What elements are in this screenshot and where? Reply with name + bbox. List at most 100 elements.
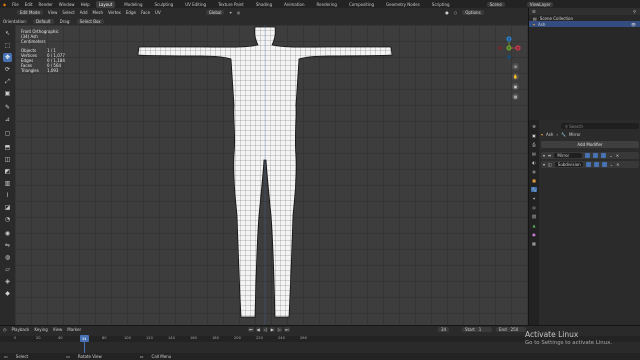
menu-timeline-view[interactable]: View [53,327,63,332]
grid-icon[interactable]: ▦ [512,93,519,100]
close-icon[interactable]: ✕ [616,153,619,158]
shading-solid-icon[interactable]: ● [445,10,449,15]
annotate-tool-icon[interactable]: ✎ [3,103,12,112]
viewport-toggle-icon[interactable] [593,162,599,167]
dropdown-icon[interactable]: ⌄ [610,162,613,167]
chevron-down-icon[interactable]: ▾ [543,153,545,158]
inset-tool-icon[interactable]: ◫ [3,155,12,164]
menu-keying[interactable]: Keying [34,327,47,332]
loop-cut-tool-icon[interactable]: ▥ [3,179,12,188]
zoom-icon[interactable]: ⊕ [512,63,519,70]
start-frame-field[interactable]: Start 1 [462,327,492,332]
menu-edit[interactable]: Edit [25,2,33,7]
menu-marker[interactable]: Marker [67,327,81,332]
sculpt-brush-icon[interactable]: ◆ [3,289,12,298]
chevron-down-icon[interactable]: ▾ [543,162,545,167]
modifier-name-field[interactable]: Mirror [554,153,583,158]
extrude-tool-icon[interactable]: ⬒ [3,143,12,152]
menu-face[interactable]: Face [141,10,150,15]
poly-build-tool-icon[interactable]: ◪ [3,203,12,212]
tweak-tool-icon[interactable]: ↖ [3,29,12,38]
menu-render[interactable]: Render [39,2,53,7]
spin-tool-icon[interactable]: ◔ [3,215,12,224]
tab-animation[interactable]: Animation [281,1,307,8]
playhead-frame[interactable]: 34 [80,335,89,342]
bevel-tool-icon[interactable]: ◩ [3,167,12,176]
output-tab-icon[interactable]: ⎙ [531,142,537,147]
smooth-tool-icon[interactable]: ◉ [3,229,12,238]
edit-mode-toggle-icon[interactable] [585,153,591,158]
tab-texture-paint[interactable]: Texture Paint [215,1,247,8]
pan-hand-icon[interactable]: ✋ [512,73,519,80]
blender-logo-icon[interactable]: ◆ [3,2,6,7]
tab-uv-editing[interactable]: UV Editing [182,1,209,8]
select-box-tool-icon[interactable]: ⬚ [3,41,12,50]
dropdown-icon[interactable]: ⌄ [609,153,612,158]
prev-key-icon[interactable]: ◀ [255,327,261,332]
menu-select[interactable]: Select [62,10,74,15]
play-reverse-icon[interactable]: ◁ [262,327,268,332]
object-tab-icon[interactable]: ■ [531,178,537,183]
orientation-dropdown[interactable]: Default [32,18,54,24]
drag-dropdown[interactable]: Select Box [76,18,104,24]
tab-layout[interactable]: Layout [95,0,116,8]
world-tab-icon[interactable]: ◍ [531,169,537,174]
menu-playback[interactable]: Playback [12,327,30,332]
navigation-gizmo[interactable]: X Z Y [496,35,522,61]
menu-mesh[interactable]: Mesh [93,10,104,15]
mesh-body[interactable] [135,25,405,325]
render-toggle-icon[interactable] [601,153,607,158]
mode-dropdown[interactable]: Edit Mode [17,10,43,15]
tab-scripting[interactable]: Scripting [429,1,453,8]
edit-mode-toggle-icon[interactable] [585,162,591,167]
menu-help[interactable]: Help [81,2,90,7]
proportional-edit-icon[interactable]: ◎ [237,10,241,15]
rip-tool-icon[interactable]: ◈ [3,277,12,286]
menu-window[interactable]: Window [59,2,75,7]
measure-tool-icon[interactable]: ⊿ [3,115,12,124]
view-layer-tab-icon[interactable]: ▤ [531,151,537,156]
character-mesh[interactable] [135,25,405,325]
tab-sculpting[interactable]: Sculpting [152,1,177,8]
scene-selector[interactable]: Scene [486,1,505,7]
tab-modeling[interactable]: Modeling [121,1,145,8]
move-tool-icon[interactable]: ✥ [3,53,12,62]
transform-tool-icon[interactable]: ▣ [3,89,12,98]
timeline-editor-icon[interactable]: ◷ [3,327,7,332]
menu-vertex[interactable]: Vertex [108,10,121,15]
properties-search-field[interactable]: ⚲ Search [561,123,639,129]
modifier-mirror[interactable]: ▾ ⇹ Mirror ⌄ ✕ [541,152,639,159]
tool-tab-icon[interactable]: ⚒ [531,124,537,129]
3d-viewport[interactable]: Front Orthographic (34) Ash Centimeters … [15,25,528,325]
camera-icon[interactable]: ▣ [512,83,519,90]
material-tab-icon[interactable]: ● [531,232,537,237]
knife-tool-icon[interactable]: ⌇ [3,191,12,200]
viewport-toggle-icon[interactable] [593,153,599,158]
edge-slide-tool-icon[interactable]: ⇋ [3,241,12,250]
texture-tab-icon[interactable]: ▩ [531,241,537,246]
jump-start-icon[interactable]: ⏮ [248,327,254,332]
scale-tool-icon[interactable]: ⤢ [3,77,12,86]
tab-compositing[interactable]: Compositing [346,1,377,8]
add-cube-tool-icon[interactable]: ▢ [3,129,12,138]
outliner-row-ash[interactable]: ▾ Ash 👁 [529,21,640,27]
menu-uv[interactable]: UV [155,10,161,15]
menu-edge[interactable]: Edge [126,10,136,15]
shear-tool-icon[interactable]: ▱ [3,265,12,274]
data-tab-icon[interactable]: ▲ [531,223,537,228]
modifier-subdivision[interactable]: ▾ ◫ Subdivision ⌄ ✕ [541,161,639,168]
end-frame-field[interactable]: End 250 [496,327,526,332]
jump-end-icon[interactable]: ⏭ [283,327,290,332]
tab-rendering[interactable]: Rendering [314,1,340,8]
rotate-tool-icon[interactable]: ⟳ [3,65,12,74]
next-key-icon[interactable]: ▷ [276,327,282,332]
current-frame-field[interactable]: 34 [438,327,450,332]
modifier-name-field[interactable]: Subdivision [554,162,583,167]
close-icon[interactable]: ✕ [616,162,619,167]
tab-shading[interactable]: Shading [253,1,275,8]
view-layer-selector[interactable]: ViewLayer [526,1,554,7]
scene-tab-icon[interactable]: ◐ [531,160,537,165]
options-dropdown[interactable]: Options [462,10,484,15]
shading-wire-icon[interactable]: ○ [454,10,458,15]
modifier-wrench-tab-icon[interactable]: 🔧 [531,187,537,192]
